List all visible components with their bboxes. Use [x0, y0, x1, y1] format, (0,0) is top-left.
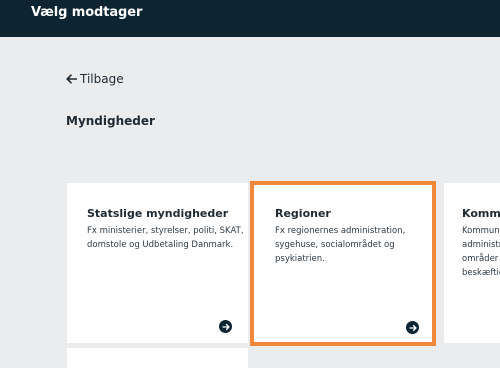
arrow-right-icon — [408, 324, 417, 331]
arrow-right-icon — [221, 323, 230, 330]
card-description: Fx regionernes administration, sygehuse,… — [275, 226, 406, 264]
circle-arrow-right-icon[interactable] — [219, 320, 232, 333]
card-next-row[interactable] — [67, 348, 248, 368]
back-link-label: Tilbage — [80, 72, 124, 86]
card-description: Fx ministerier, styrelser, politi, SKAT,… — [87, 226, 244, 250]
section-title: Myndigheder — [66, 114, 155, 128]
top-bar: Vælg modtager — [0, 0, 500, 37]
card-regioner[interactable]: Regioner Fx regionernes administration, … — [251, 182, 435, 345]
page-header-title: Vælg modtager — [31, 5, 143, 20]
back-link[interactable]: Tilbage — [66, 72, 124, 86]
circle-arrow-right-icon[interactable] — [406, 321, 419, 334]
arrow-left-icon — [66, 74, 77, 84]
card-title: Kommuner — [462, 207, 500, 220]
card-kommuner[interactable]: Kommuner Kommunernes administration, en … — [444, 183, 500, 343]
card-description: Kommunernes administration, en række omr… — [462, 226, 500, 278]
card-title: Regioner — [275, 207, 331, 220]
card-statslige-myndigheder[interactable]: Statslige myndigheder Fx ministerier, st… — [67, 183, 248, 343]
card-title: Statslige myndigheder — [87, 207, 229, 220]
